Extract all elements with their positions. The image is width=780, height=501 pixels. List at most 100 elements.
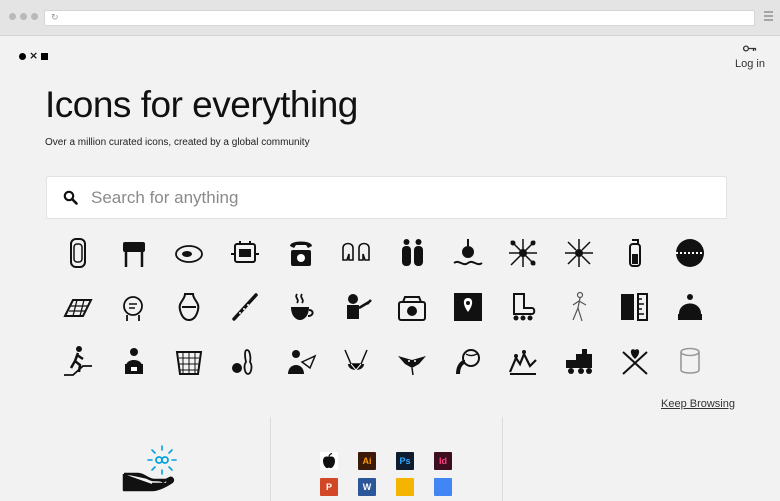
elephants-icon [342, 242, 371, 261]
hamburger-menu-icon[interactable] [764, 11, 773, 23]
icon-tile[interactable] [384, 280, 440, 334]
logo-square [41, 52, 49, 60]
keep-browsing-link[interactable]: Keep Browsing [661, 398, 735, 410]
icon-tile[interactable] [106, 334, 162, 388]
oyster-icon [175, 245, 204, 263]
icon-tile[interactable] [384, 226, 440, 280]
login-label: Log in [735, 58, 765, 70]
laundry-basket-icon [176, 351, 203, 375]
icon-tile[interactable] [551, 334, 607, 388]
logo[interactable]: × [19, 49, 49, 62]
icon-tile[interactable] [440, 226, 496, 280]
blank-icon [472, 452, 490, 470]
supported-apps: Ai Ps Id P W [320, 452, 497, 496]
icon-tile[interactable] [551, 280, 607, 334]
coffee-cup-icon [290, 293, 314, 320]
cash-register-icon [397, 296, 426, 321]
crossed-heart-icon [622, 349, 648, 375]
book-ruler-icon [620, 293, 648, 321]
panel-divider [502, 417, 503, 501]
solar-panel-icon [63, 299, 93, 317]
icon-tile[interactable] [50, 280, 106, 334]
roller-skate-icon [513, 293, 536, 321]
soldiers-icon [509, 350, 538, 375]
login-button[interactable]: Log in [733, 45, 767, 72]
thinking-head-icon [122, 296, 143, 321]
page-title: Icons for everything [45, 84, 358, 125]
search-icon [63, 190, 78, 205]
icon-tile[interactable] [663, 280, 719, 334]
logo-circle [19, 52, 26, 60]
icon-tile[interactable] [607, 334, 663, 388]
salt-pepper-icon [401, 239, 423, 266]
icon-tile[interactable] [106, 280, 162, 334]
gem-icon [69, 238, 86, 268]
icon-tile[interactable] [106, 226, 162, 280]
icon-tile[interactable] [328, 280, 384, 334]
network-icon [565, 239, 594, 267]
icon-tile[interactable] [273, 226, 329, 280]
logo-cross: × [29, 49, 39, 62]
map-pin-icon [453, 293, 482, 321]
word-icon: W [358, 478, 376, 496]
icon-tile[interactable] [496, 280, 552, 334]
icon-tile[interactable] [496, 334, 552, 388]
browser-toolbar: ↻ [0, 0, 780, 36]
icon-tile[interactable] [663, 334, 719, 388]
apple-icon [320, 452, 338, 470]
cricket-ball-icon [676, 239, 705, 267]
beanie-icon [678, 294, 703, 320]
fishing-float-icon [453, 239, 483, 266]
mechanic-icon [347, 294, 373, 319]
address-bar[interactable]: ↻ [44, 10, 755, 26]
escalator-person-icon [63, 346, 92, 376]
amphora-icon [178, 293, 200, 322]
icon-tile[interactable] [663, 226, 719, 280]
icon-tile[interactable] [607, 226, 663, 280]
powerpoint-icon: P [320, 478, 338, 496]
icon-tile[interactable] [496, 226, 552, 280]
search-bar[interactable] [46, 176, 727, 219]
cylinder-icon [680, 347, 701, 374]
google-slides-icon [396, 478, 414, 496]
icon-tile[interactable] [384, 334, 440, 388]
icon-tile[interactable] [161, 280, 217, 334]
google-docs-icon [434, 478, 452, 496]
icon-tile[interactable] [50, 334, 106, 388]
bowling-icon [231, 349, 253, 375]
hand-infinity-icon [122, 445, 177, 492]
icon-tile[interactable] [217, 226, 273, 280]
test-tube-icon [628, 239, 641, 267]
icon-tile[interactable] [217, 280, 273, 334]
icon-tile[interactable] [50, 226, 106, 280]
reload-icon[interactable]: ↻ [51, 13, 59, 23]
walking-figure-icon [572, 291, 587, 322]
icon-tile[interactable] [551, 226, 607, 280]
key-icon [743, 45, 757, 52]
icon-tile[interactable] [328, 334, 384, 388]
globe-head-icon [455, 349, 480, 375]
window-controls[interactable] [9, 13, 38, 20]
icon-tile[interactable] [328, 226, 384, 280]
robot-icon [230, 241, 259, 263]
paper-plane-person-icon [287, 350, 317, 374]
illustrator-icon: Ai [358, 452, 376, 470]
laptop-user-icon [124, 348, 143, 374]
telephone-icon [289, 241, 312, 266]
icon-tile[interactable] [161, 226, 217, 280]
indesign-icon: Id [434, 452, 452, 470]
page-subtitle: Over a million curated icons, created by… [45, 137, 310, 148]
manta-ray-icon [397, 356, 426, 376]
icon-tile[interactable] [440, 280, 496, 334]
bra-icon [344, 349, 368, 371]
icon-tile[interactable] [273, 334, 329, 388]
icon-tile[interactable] [217, 334, 273, 388]
panel-divider [270, 417, 271, 501]
icon-tile[interactable] [607, 280, 663, 334]
icon-tile[interactable] [161, 334, 217, 388]
search-input[interactable] [91, 187, 651, 208]
icon-tile[interactable] [273, 280, 329, 334]
icon-grid [50, 226, 730, 388]
flute-icon [232, 293, 258, 321]
icon-tile[interactable] [440, 334, 496, 388]
